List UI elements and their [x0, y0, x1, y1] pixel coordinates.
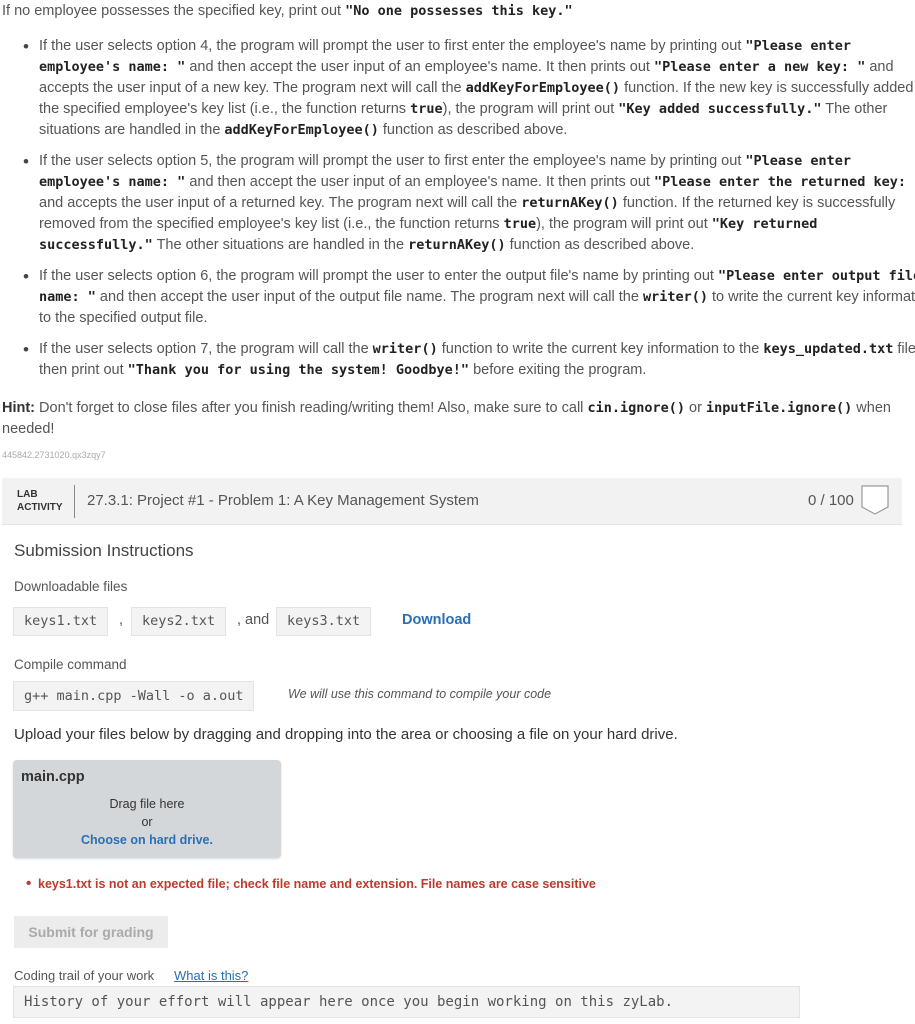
list-item-option-6: If the user selects option 6, the progra… [23, 266, 915, 329]
download-link[interactable]: Download [402, 612, 471, 628]
score-badge-icon [861, 485, 889, 515]
submission-instructions-title: Submission Instructions [14, 541, 194, 560]
lab-activity-label: LAB ACTIVITY [17, 489, 63, 513]
list-item-option-5: If the user selects option 5, the progra… [23, 151, 915, 256]
dropzone-drag-text: Drag file here [109, 797, 185, 811]
compile-command: g++ main.cpp -Wall -o a.out [13, 681, 255, 711]
hint-text: Hint: Don't forget to close files after … [2, 400, 891, 437]
coding-history-box: History of your effort will appear here … [13, 986, 800, 1018]
lab-title: 27.3.1: Project #1 - Problem 1: A Key Ma… [87, 492, 479, 509]
what-is-this-link[interactable]: What is this? [174, 968, 248, 983]
lab-score: 0 / 100 [808, 492, 854, 509]
list-item-option-7: If the user selects option 7, the progra… [23, 339, 915, 381]
dropzone-filename: main.cpp [21, 769, 85, 785]
lab-activity-header: LAB ACTIVITY 27.3.1: Project #1 - Proble… [2, 478, 902, 525]
intro-text: If no employee possesses the specified k… [2, 3, 573, 19]
downloadable-files-label: Downloadable files [14, 579, 128, 594]
submit-for-grading-button[interactable]: Submit for grading [14, 916, 168, 948]
files-separator-comma: , [119, 612, 124, 628]
list-item-option-4: If the user selects option 4, the progra… [23, 36, 915, 141]
file-chip-keys3: keys3.txt [276, 607, 372, 636]
compile-command-label: Compile command [14, 657, 127, 672]
header-divider [74, 485, 75, 518]
compile-note: We will use this command to compile your… [288, 687, 552, 701]
upload-error-message: keys1.txt is not an expected file; check… [26, 875, 596, 892]
file-dropzone[interactable]: main.cpp Drag file here or Choose on har… [13, 760, 281, 858]
file-chip-keys2: keys2.txt [131, 607, 227, 636]
dropzone-or-text: or [141, 815, 153, 829]
file-chip-keys1: keys1.txt [13, 607, 109, 636]
activity-code-id: 445842.2731020.qx3zqy7 [2, 450, 106, 460]
option-list: If the user selects option 4, the progra… [0, 36, 915, 391]
coding-trail-label: Coding trail of your work [14, 968, 155, 983]
files-separator-and: , and [237, 612, 270, 628]
choose-file-link[interactable]: Choose on hard drive. [13, 833, 281, 847]
upload-instructions: Upload your files below by dragging and … [14, 726, 678, 743]
